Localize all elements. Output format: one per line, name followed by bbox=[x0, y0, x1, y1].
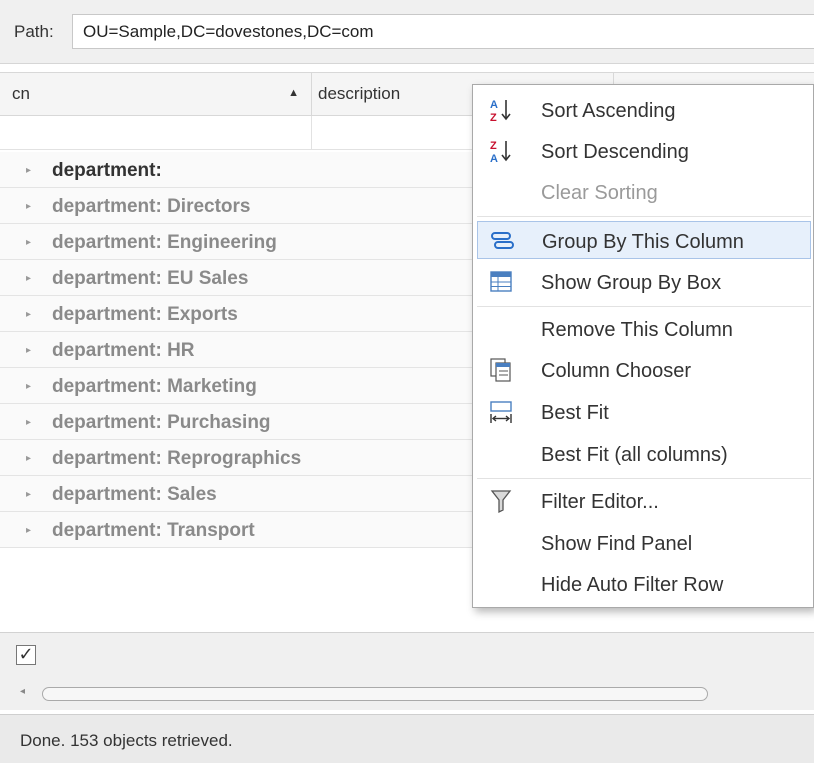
menu-item-best-fit[interactable]: Best Fit bbox=[477, 393, 811, 431]
menu-item-filter-editor[interactable]: Filter Editor... bbox=[477, 482, 811, 520]
scrollbar-thumb[interactable] bbox=[42, 687, 708, 701]
sort-ascending-indicator-icon: ▲ bbox=[288, 87, 299, 99]
menu-separator bbox=[477, 216, 811, 217]
best-fit-icon bbox=[490, 401, 512, 423]
svg-text:Z: Z bbox=[490, 112, 497, 123]
expand-arrow-icon[interactable]: ▸ bbox=[26, 165, 31, 176]
menu-separator bbox=[477, 478, 811, 479]
column-header-cn[interactable]: cn ▲ bbox=[0, 72, 312, 116]
sort-descending-icon: Z A bbox=[490, 140, 511, 164]
menu-item-label: Show Group By Box bbox=[541, 272, 722, 294]
menu-item-label: Sort Ascending bbox=[541, 100, 676, 122]
expand-arrow-icon[interactable]: ▸ bbox=[26, 381, 31, 392]
group-row-label: department: Purchasing bbox=[52, 412, 271, 433]
status-text: Done. 153 objects retrieved. bbox=[20, 731, 233, 750]
group-row-label: department: Directors bbox=[52, 196, 251, 217]
menu-item-label: Filter Editor... bbox=[541, 491, 659, 513]
menu-item-sort-descending[interactable]: Z A Sort Descending bbox=[477, 132, 811, 170]
menu-item-remove-this-column[interactable]: Remove This Column bbox=[477, 310, 811, 348]
menu-item-show-find-panel[interactable]: Show Find Panel bbox=[477, 524, 811, 562]
svg-text:A: A bbox=[490, 99, 498, 111]
sort-ascending-icon: A Z bbox=[490, 99, 511, 123]
menu-item-label: Show Find Panel bbox=[541, 533, 693, 555]
group-row-label: department: HR bbox=[52, 340, 195, 361]
menu-item-label: Best Fit (all columns) bbox=[541, 444, 728, 466]
menu-item-hide-auto-filter-row[interactable]: Hide Auto Filter Row bbox=[477, 565, 811, 603]
menu-item-label: Hide Auto Filter Row bbox=[541, 574, 724, 596]
expand-arrow-icon[interactable]: ▸ bbox=[26, 489, 31, 500]
filter-enable-checkbox[interactable]: ✓ bbox=[16, 645, 36, 665]
group-row-label: department: Marketing bbox=[52, 376, 257, 397]
group-row-label: department: bbox=[52, 160, 162, 181]
menu-item-label: Column Chooser bbox=[541, 360, 692, 382]
menu-item-label: Sort Descending bbox=[541, 141, 689, 163]
expand-arrow-icon[interactable]: ▸ bbox=[26, 453, 31, 464]
column-header-label: description bbox=[318, 84, 401, 103]
path-label: Path: bbox=[14, 22, 54, 41]
expand-arrow-icon[interactable]: ▸ bbox=[26, 525, 31, 536]
horizontal-scrollbar[interactable]: ◂ bbox=[0, 676, 814, 710]
column-chooser-icon bbox=[490, 358, 511, 382]
menu-item-show-group-by-box[interactable]: Show Group By Box bbox=[477, 263, 811, 301]
scroll-left-arrow-icon[interactable]: ◂ bbox=[20, 686, 25, 697]
group-box-icon bbox=[490, 271, 512, 292]
expand-arrow-icon[interactable]: ▸ bbox=[26, 273, 31, 284]
path-input[interactable] bbox=[72, 14, 814, 49]
path-bar: Path: bbox=[0, 0, 814, 63]
group-row-label: department: Transport bbox=[52, 520, 255, 541]
group-row-label: department: EU Sales bbox=[52, 268, 249, 289]
menu-item-group-by-this-column[interactable]: Group By This Column bbox=[477, 221, 811, 259]
svg-text:Z: Z bbox=[490, 140, 497, 152]
expand-arrow-icon[interactable]: ▸ bbox=[26, 309, 31, 320]
menu-item-sort-ascending[interactable]: A Z Sort Ascending bbox=[477, 91, 811, 129]
filter-cell-cn[interactable] bbox=[0, 116, 312, 150]
group-by-icon bbox=[491, 232, 514, 249]
group-row-label: department: Exports bbox=[52, 304, 238, 325]
expand-arrow-icon[interactable]: ▸ bbox=[26, 417, 31, 428]
menu-item-best-fit-all-columns[interactable]: Best Fit (all columns) bbox=[477, 435, 811, 473]
footer-panel: ✓ bbox=[0, 632, 814, 676]
menu-item-column-chooser[interactable]: Column Chooser bbox=[477, 351, 811, 389]
menu-item-label: Group By This Column bbox=[542, 231, 744, 253]
menu-item-label: Clear Sorting bbox=[541, 182, 658, 204]
column-context-menu: A Z Sort Ascending Z A Sort Descending C… bbox=[472, 84, 814, 608]
menu-item-clear-sorting: Clear Sorting bbox=[477, 173, 811, 211]
group-row-label: department: Engineering bbox=[52, 232, 277, 253]
filter-icon bbox=[490, 490, 512, 514]
menu-item-label: Remove This Column bbox=[541, 319, 733, 341]
expand-arrow-icon[interactable]: ▸ bbox=[26, 237, 31, 248]
group-row-label: department: Sales bbox=[52, 484, 217, 505]
menu-separator bbox=[477, 306, 811, 307]
expand-arrow-icon[interactable]: ▸ bbox=[26, 201, 31, 212]
group-row-label: department: Reprographics bbox=[52, 448, 302, 469]
expand-arrow-icon[interactable]: ▸ bbox=[26, 345, 31, 356]
svg-text:A: A bbox=[490, 153, 498, 164]
status-bar: Done. 153 objects retrieved. bbox=[0, 714, 814, 763]
menu-item-label: Best Fit bbox=[541, 402, 609, 424]
column-header-label: cn bbox=[12, 84, 30, 103]
